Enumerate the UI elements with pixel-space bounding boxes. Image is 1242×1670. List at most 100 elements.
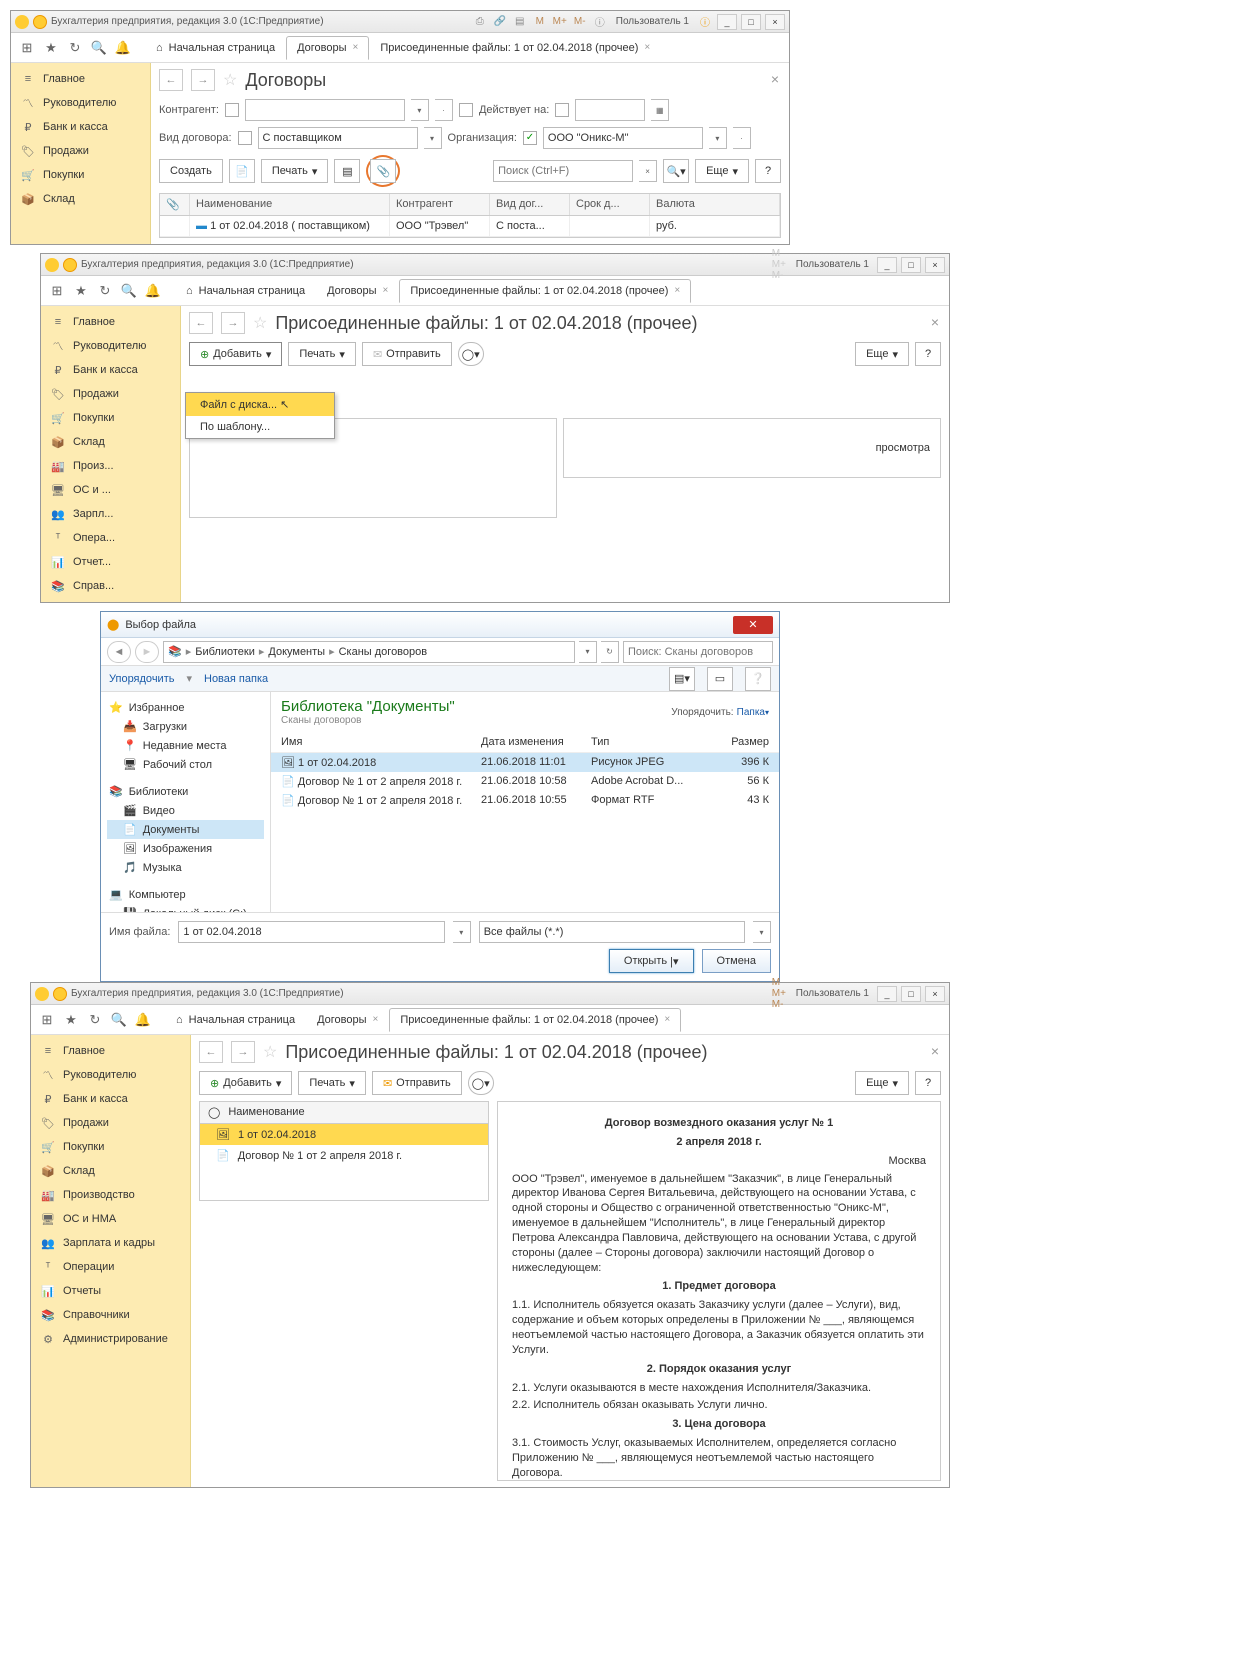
link-icon[interactable]: 🔗 (492, 14, 508, 30)
fwd-button[interactable]: ► (135, 641, 159, 663)
tab-close-icon[interactable]: × (383, 285, 389, 296)
list-item[interactable]: 🖼1 от 02.04.2018 (200, 1124, 488, 1145)
list-button[interactable]: ▤ (334, 159, 360, 183)
images[interactable]: 🖼 Изображения (107, 839, 264, 858)
sidebar-item[interactable]: ⚙Администрирование (31, 1327, 190, 1351)
star-icon[interactable]: ★ (41, 38, 61, 58)
app-menu-icon[interactable] (63, 258, 77, 272)
minimize-button[interactable]: _ (877, 986, 897, 1002)
libs-header[interactable]: 📚 Библиотеки (107, 782, 264, 801)
file-row[interactable]: 📄 Договор № 1 от 2 апреля 2018 г. 21.06.… (271, 791, 779, 810)
home-tab[interactable]: ⌂Начальная страница (175, 279, 316, 303)
attached-tab[interactable]: Присоединенные файлы: 1 от 02.04.2018 (п… (389, 1008, 681, 1032)
sidebar-item[interactable]: 🏭Производство (31, 1183, 190, 1207)
filter-select[interactable] (479, 921, 745, 943)
tab-close-icon[interactable]: × (353, 42, 359, 53)
file-row[interactable]: 🖼 1 от 02.04.2018 21.06.2018 11:01 Рисун… (271, 753, 779, 772)
history-icon[interactable]: ↻ (85, 1010, 105, 1030)
contr-input[interactable] (245, 99, 405, 121)
sidebar-item[interactable]: 📊Отчет... (41, 550, 180, 574)
clear-icon[interactable]: × (639, 160, 657, 182)
close-page-icon[interactable]: × (931, 1043, 939, 1059)
help-button[interactable]: ? (915, 342, 941, 366)
sidebar-item[interactable]: 📚Справочники (31, 1303, 190, 1327)
info2-icon[interactable]: ⓘ (697, 14, 713, 30)
calc-icon[interactable]: ▤ (512, 14, 528, 30)
type-check[interactable] (238, 131, 252, 145)
print-button[interactable]: Печать ▾ (288, 342, 356, 366)
fwd-button[interactable]: → (231, 1041, 255, 1063)
close-button[interactable]: × (925, 257, 945, 273)
tab-close-icon[interactable]: × (674, 285, 680, 296)
help-button[interactable]: ❔ (745, 667, 771, 691)
dd-icon[interactable]: ▾ (709, 127, 727, 149)
col-cur[interactable]: Валюта (650, 194, 780, 215)
app-menu-icon[interactable] (33, 15, 47, 29)
date-input[interactable] (575, 99, 645, 121)
fav-header[interactable]: ⭐ Избранное (107, 698, 264, 717)
fav-icon[interactable]: ☆ (253, 313, 267, 333)
more-button[interactable]: Еще ▾ (695, 159, 749, 183)
organize-link[interactable]: Упорядочить (109, 673, 174, 685)
desktop[interactable]: 🖥 Рабочий стол (107, 755, 264, 774)
sidebar-item[interactable]: 〽Руководителю (41, 334, 180, 358)
sidebar-item[interactable]: 〽Руководителю (31, 1063, 190, 1087)
info-icon[interactable]: ⓘ (592, 14, 608, 30)
more-icon[interactable]: · (435, 99, 453, 121)
documents[interactable]: 📄 Документы (107, 820, 264, 839)
mplus-icon[interactable]: M+ (552, 14, 568, 30)
apps-icon[interactable]: ⊞ (37, 1010, 57, 1030)
more-button[interactable]: Еще ▾ (855, 1071, 909, 1095)
contracts-tab[interactable]: Договоры× (306, 1008, 389, 1032)
filename-dd[interactable]: ▾ (453, 921, 471, 943)
fwd-button[interactable]: → (221, 312, 245, 334)
col-term[interactable]: Срок д... (570, 194, 650, 215)
history-icon[interactable]: ↻ (65, 38, 85, 58)
sidebar-item[interactable]: 👥Зарплата и кадры (31, 1231, 190, 1255)
fav-icon[interactable]: ☆ (263, 1042, 277, 1062)
contracts-tab[interactable]: Договоры× (286, 36, 369, 60)
sidebar-item-buy[interactable]: 🛒Покупки (11, 163, 150, 187)
minimize-button[interactable]: _ (877, 257, 897, 273)
file-row[interactable]: 📄 Договор № 1 от 2 апреля 2018 г. 21.06.… (271, 772, 779, 791)
circle-button[interactable]: ◯▾ (458, 342, 484, 366)
sidebar-item[interactable]: 🏷Продажи (41, 382, 180, 406)
search-icon[interactable]: 🔍 (109, 1010, 129, 1030)
close-button[interactable]: × (925, 986, 945, 1002)
search-icon[interactable]: 🔍 (89, 38, 109, 58)
back-button[interactable]: ◄ (107, 641, 131, 663)
maximize-button[interactable]: □ (901, 257, 921, 273)
sidebar-item-sales[interactable]: 🏷Продажи (11, 139, 150, 163)
path-dd[interactable]: ▾ (579, 641, 597, 663)
sidebar-item[interactable]: 🛒Покупки (31, 1135, 190, 1159)
sidebar-item[interactable]: ᵀОперации (31, 1255, 190, 1279)
user-label[interactable]: Пользователь 1 (612, 16, 693, 27)
m-icon[interactable]: M (532, 14, 548, 30)
type-input[interactable] (258, 127, 418, 149)
contr-check[interactable] (225, 103, 239, 117)
cancel-button[interactable]: Отмена (702, 949, 771, 973)
copy-button[interactable]: 📄 (229, 159, 255, 183)
sidebar-item[interactable]: 📚Справ... (41, 574, 180, 598)
close-button[interactable]: × (765, 14, 785, 30)
cal-icon[interactable]: ▦ (651, 99, 669, 121)
path-input[interactable]: 📚▸ Библиотеки▸ Документы▸ Сканы договоро… (163, 641, 575, 663)
sidebar-item[interactable]: 🖥ОС и НМА (31, 1207, 190, 1231)
sidebar-item[interactable]: ₽Банк и касса (31, 1087, 190, 1111)
minimize-button[interactable]: _ (717, 14, 737, 30)
back-button[interactable]: ← (189, 312, 213, 334)
sort-link[interactable]: Папка (737, 707, 765, 718)
sidebar-item[interactable]: 🛒Покупки (41, 406, 180, 430)
mminus-icon[interactable]: M- (572, 14, 588, 30)
close-page-icon[interactable]: × (931, 314, 939, 330)
attached-tab[interactable]: Присоединенные файлы: 1 от 02.04.2018 (п… (369, 36, 661, 60)
maximize-button[interactable]: □ (741, 14, 761, 30)
bell-icon[interactable]: 🔔 (113, 38, 133, 58)
attached-tab[interactable]: Присоединенные файлы: 1 от 02.04.2018 (п… (399, 279, 691, 303)
sidebar-item[interactable]: 👥Зарпл... (41, 502, 180, 526)
sidebar-item-main[interactable]: ≡Главное (11, 67, 150, 91)
col-contr[interactable]: Контрагент (390, 194, 490, 215)
sidebar-item-stock[interactable]: 📦Склад (11, 187, 150, 211)
fwd-button[interactable]: → (191, 69, 215, 91)
col-type[interactable]: Тип (591, 736, 701, 748)
